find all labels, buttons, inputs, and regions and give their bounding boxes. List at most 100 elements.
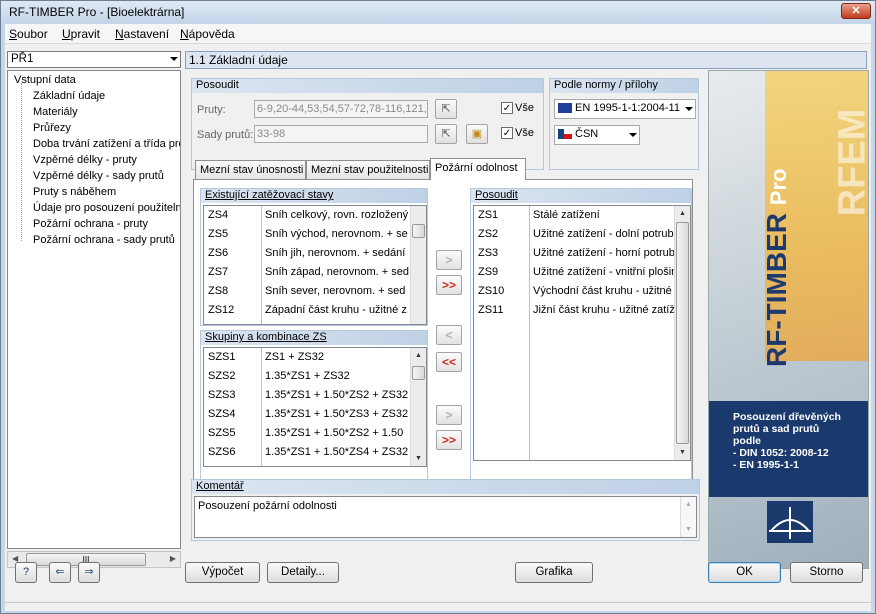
banner-brand: RF-TIMBER Pro	[761, 107, 793, 367]
scroll-thumb[interactable]	[412, 224, 425, 238]
tree-item[interactable]: Požární ochrana - pruty	[33, 218, 148, 230]
tree-item[interactable]: Průřezy	[33, 122, 71, 134]
help-button[interactable]: ?	[15, 562, 37, 583]
groups-group-title: Skupiny a kombinace ZS	[205, 331, 327, 343]
menu-bar: Soubor Upravit Nastavení Nápověda	[5, 24, 871, 44]
banner-desc-line: prutů a sad prutů	[733, 423, 820, 435]
scroll-up-icon[interactable]: ▲	[681, 497, 696, 512]
select-sets-icon[interactable]: ⇱	[435, 124, 457, 144]
scroll-thumb[interactable]	[676, 222, 689, 444]
product-banner: RFEM RF-TIMBER Pro Posouzení dřevěných p…	[708, 70, 869, 569]
comment-textarea[interactable]: Posouzení požární odolnosti ▲ ▼	[194, 496, 697, 538]
status-separator	[5, 602, 871, 603]
close-button[interactable]: ✕	[841, 3, 871, 19]
sets-input[interactable]: 33-98	[254, 125, 428, 143]
banner-brand-name: RF-TIMBER	[761, 213, 792, 367]
existing-list[interactable]: ZS4 Sníh celkový, rovn. rozložený ZS5 Sníh…	[203, 205, 427, 325]
add-combo-button[interactable]: >	[436, 405, 462, 425]
checkmark-icon: ✓	[501, 102, 513, 115]
load-case-id: ZS9	[478, 266, 499, 278]
tree-item[interactable]: Materiály	[33, 106, 78, 118]
tree-item[interactable]: Základní údaje	[33, 90, 106, 102]
load-case-id: ZS4	[208, 209, 229, 221]
banner-brand-suffix: Pro	[766, 168, 791, 206]
existing-group: Existující zatěžovací stavy ZS4 Sníh celk…	[200, 188, 428, 326]
new-set-icon[interactable]: ▣	[466, 124, 488, 144]
scroll-down-icon[interactable]: ▼	[675, 445, 690, 460]
banner-desc-line: Posouzení dřevěných	[733, 411, 841, 423]
load-case-id: ZS7	[208, 266, 229, 278]
add-selected-button[interactable]: >	[436, 250, 462, 270]
tree-item[interactable]: Údaje pro posouzení použitelno	[33, 202, 180, 214]
tree-item[interactable]: Požární ochrana - sady prutů	[33, 234, 175, 246]
add-all-combos-button[interactable]: >>	[436, 430, 462, 450]
load-case-name: Užitné zatížení - horní potrub	[533, 247, 675, 259]
groups-scrollbar[interactable]: ▲ ▼	[410, 348, 426, 466]
scroll-down-icon[interactable]: ▼	[411, 451, 426, 466]
banner-description: Posouzení dřevěných prutů a sad prutů po…	[709, 401, 868, 497]
tree-item[interactable]: Vzpěrné délky - sady prutů	[33, 170, 164, 182]
select-members-icon[interactable]: ⇱	[435, 99, 457, 119]
menu-edit[interactable]: Upravit	[62, 27, 100, 41]
cz-flag-icon	[558, 129, 572, 140]
combo-definition: 1.35*ZS1 + 1.50*ZS2 + ZS32	[265, 389, 409, 401]
cancel-button[interactable]: Storno	[790, 562, 863, 583]
annex-select[interactable]: ČSN	[554, 125, 640, 145]
tree-item[interactable]: Pruty s náběhem	[33, 186, 116, 198]
case-select[interactable]: PŘ1	[7, 51, 181, 68]
details-button[interactable]: Detaily...	[267, 562, 339, 583]
sets-all-checkbox[interactable]: ✓ Vše	[501, 127, 534, 140]
load-case-id: ZS8	[208, 285, 229, 297]
load-case-id: ZS10	[478, 285, 505, 297]
client-area: Soubor Upravit Nastavení Nápověda PŘ1 Vs…	[5, 24, 871, 611]
tree-item[interactable]: Doba trvání zatížení a třída pro	[33, 138, 180, 150]
import-button[interactable]: ⇐	[49, 562, 71, 583]
ok-button[interactable]: OK	[708, 562, 781, 583]
section-title: 1.1 Základní údaje	[189, 53, 288, 67]
sets-all-label: Vše	[515, 127, 534, 139]
export-icon: ⇒	[84, 566, 94, 578]
load-case-name: Jižní část kruhu - užitné zatíž	[533, 304, 675, 316]
comment-scrollbar[interactable]: ▲ ▼	[680, 497, 696, 537]
standard-select[interactable]: EN 1995-1-1:2004-11	[554, 99, 696, 119]
load-case-name: Sníh východ, nerovnom. + se	[265, 228, 408, 240]
load-case-name: Sníh sever, nerovnom. + sed	[265, 285, 406, 297]
export-button[interactable]: ⇒	[78, 562, 100, 583]
groups-list[interactable]: SZS1 ZS1 + ZS32 SZS2 1.35*ZS1 + ZS32 SZS3 1…	[203, 347, 427, 467]
members-input[interactable]: 6-9,20-44,53,54,57-72,78-116,121,1	[254, 100, 428, 118]
design-scrollbar[interactable]: ▲ ▼	[674, 206, 690, 460]
design-list-header: Posoudit	[471, 189, 691, 203]
menu-help[interactable]: Nápověda	[180, 27, 235, 41]
tab-serviceability[interactable]: Mezní stav použitelnosti	[306, 160, 430, 179]
members-all-checkbox[interactable]: ✓ Vše	[501, 102, 534, 115]
design-list-title: Posoudit	[475, 189, 518, 201]
sets-label: Sady prutů:	[197, 129, 254, 141]
scroll-up-icon[interactable]: ▲	[411, 348, 426, 363]
remove-selected-button[interactable]: <	[436, 325, 462, 345]
scroll-thumb[interactable]	[412, 366, 425, 380]
eu-flag-icon	[558, 103, 572, 114]
menu-file[interactable]: Soubor	[9, 27, 48, 41]
existing-scrollbar[interactable]	[410, 206, 426, 324]
combo-id: SZS5	[208, 427, 236, 439]
banner-watermark: RFEM	[831, 108, 869, 217]
menu-settings[interactable]: Nastavení	[115, 27, 169, 41]
scroll-down-icon[interactable]: ▼	[681, 522, 696, 537]
load-case-name: Užitné zatížení - vnitřní plošin	[533, 266, 678, 278]
chevron-down-icon	[170, 57, 178, 61]
tab-fire[interactable]: Požární odolnost	[430, 158, 526, 180]
tab-ultimate[interactable]: Mezní stav únosnosti	[195, 160, 306, 179]
remove-all-button[interactable]: <<	[436, 352, 462, 372]
tree-root[interactable]: Vstupní data	[14, 74, 76, 86]
graphics-button[interactable]: Grafika	[515, 562, 593, 583]
tree-item[interactable]: Vzpěrné délky - pruty	[33, 154, 137, 166]
scroll-up-icon[interactable]: ▲	[675, 206, 690, 221]
combo-definition: 1.35*ZS1 + 1.50*ZS4 + ZS32	[265, 446, 409, 458]
norm-group-title: Podle normy / přílohy	[554, 79, 658, 91]
add-all-button[interactable]: >>	[436, 275, 462, 295]
load-case-name: Západní část kruhu - užitné z	[265, 304, 407, 316]
load-case-name: Sníh jih, nerovnom. + sedání	[265, 247, 406, 259]
calculate-button[interactable]: Výpočet	[185, 562, 260, 583]
design-list[interactable]: ZS1 Stálé zatížení ZS2 Užitné zatížení - d…	[473, 205, 691, 461]
scroll-right-icon[interactable]: ▶	[170, 554, 176, 563]
